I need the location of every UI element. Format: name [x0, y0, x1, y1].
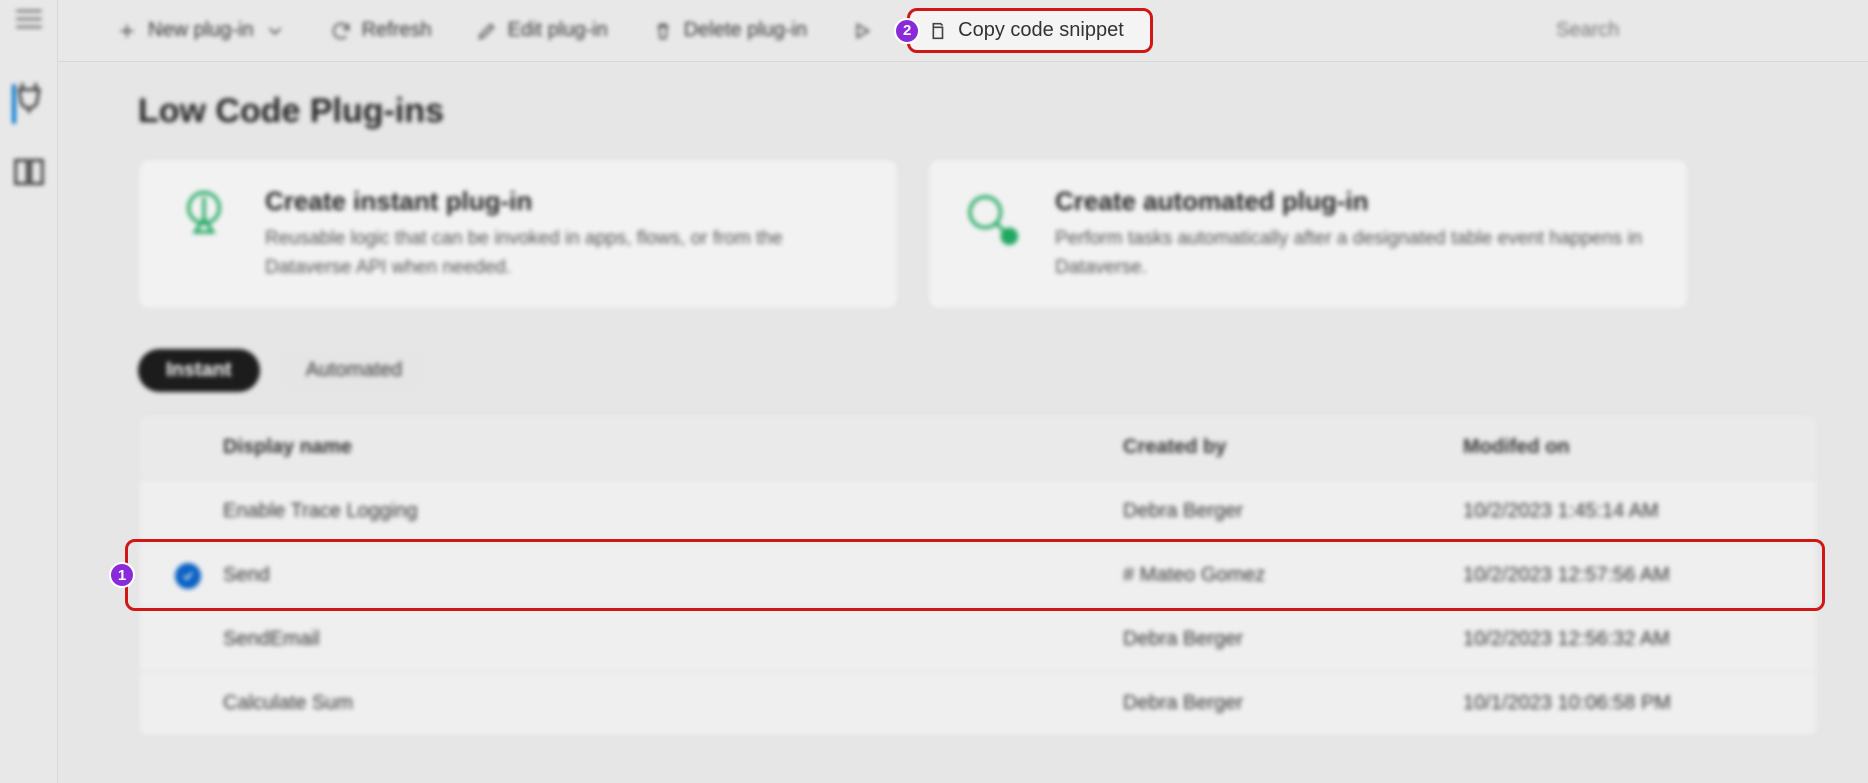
col-display-name[interactable]: Display name — [223, 436, 1123, 459]
cell-modified: 10/2/2023 12:56:32 AM — [1463, 628, 1803, 651]
create-instant-card[interactable]: Create instant plug-in Reusable logic th… — [138, 159, 898, 309]
search-input[interactable] — [1548, 13, 1808, 48]
instant-card-desc: Reusable logic that can be invoked in ap… — [265, 225, 867, 282]
delete-plugin-label: Delete plug-in — [684, 19, 807, 42]
automated-icon — [959, 186, 1029, 256]
edit-plugin-button[interactable]: Edit plug-in — [466, 13, 618, 48]
book-rail-icon[interactable] — [9, 152, 49, 192]
new-plugin-label: New plug-in — [148, 19, 254, 42]
cell-name: Enable Trace Logging — [223, 500, 1123, 523]
plugin-rail-icon[interactable] — [9, 78, 49, 118]
callout-badge-1: 1 — [109, 562, 135, 588]
edit-plugin-label: Edit plug-in — [508, 19, 608, 42]
automated-card-title: Create automated plug-in — [1055, 186, 1657, 217]
delete-plugin-button[interactable]: Delete plug-in — [642, 13, 817, 48]
col-created-by[interactable]: Created by — [1123, 436, 1463, 459]
command-bar: New plug-in Refresh Edit plug-in Delete … — [58, 0, 1868, 62]
cell-created: Debra Berger — [1123, 628, 1463, 651]
test-plugin-button[interactable] — [841, 14, 883, 48]
tab-instant[interactable]: Instant — [138, 349, 260, 392]
callout-badge-2: 2 — [894, 18, 920, 44]
cell-name: Calculate Sum — [223, 692, 1123, 715]
cell-name: SendEmail — [223, 628, 1123, 651]
plugin-type-tabs: Instant Automated — [138, 349, 1818, 392]
copy-icon — [926, 20, 948, 42]
cell-modified: 10/2/2023 12:57:56 AM — [1463, 564, 1803, 587]
table-row[interactable]: SendEmailDebra Berger10/2/2023 12:56:32 … — [139, 607, 1817, 671]
col-modified-on[interactable]: Modifed on — [1463, 436, 1803, 459]
chevron-down-icon — [264, 20, 286, 42]
refresh-label: Refresh — [362, 19, 432, 42]
left-nav-rail — [0, 0, 58, 783]
automated-card-desc: Perform tasks automatically after a desi… — [1055, 225, 1657, 282]
refresh-button[interactable]: Refresh — [320, 13, 442, 48]
cell-created: # Mateo Gomez — [1123, 564, 1463, 587]
new-plugin-button[interactable]: New plug-in — [106, 13, 296, 48]
tab-automated[interactable]: Automated — [278, 349, 431, 392]
cell-name: Send — [223, 564, 1123, 587]
table-row[interactable]: Enable Trace LoggingDebra Berger10/2/202… — [139, 479, 1817, 543]
main-content: Low Code Plug-ins Create instant plug-in… — [58, 62, 1868, 783]
table-row[interactable]: Calculate SumDebra Berger10/1/2023 10:06… — [139, 671, 1817, 735]
copy-snippet-label: Copy code snippet — [958, 19, 1124, 42]
tap-icon — [169, 186, 239, 256]
check-icon — [175, 563, 201, 589]
cell-created: Debra Berger — [1123, 692, 1463, 715]
row-checkbox[interactable] — [153, 563, 223, 589]
create-automated-card[interactable]: Create automated plug-in Perform tasks a… — [928, 159, 1688, 309]
table-row[interactable]: Send# Mateo Gomez10/2/2023 12:57:56 AM — [139, 543, 1817, 607]
table-header-row: Display name Created by Modifed on — [139, 415, 1817, 479]
cell-modified: 10/1/2023 10:06:58 PM — [1463, 692, 1803, 715]
cell-modified: 10/2/2023 1:45:14 AM — [1463, 500, 1803, 523]
page-title: Low Code Plug-ins — [138, 92, 1818, 131]
plugins-table: Display name Created by Modifed on Enabl… — [138, 414, 1818, 736]
copy-code-snippet-button[interactable]: 2 Copy code snippet — [907, 8, 1153, 53]
instant-card-title: Create instant plug-in — [265, 186, 867, 217]
hamburger-icon[interactable] — [16, 10, 42, 28]
cell-created: Debra Berger — [1123, 500, 1463, 523]
